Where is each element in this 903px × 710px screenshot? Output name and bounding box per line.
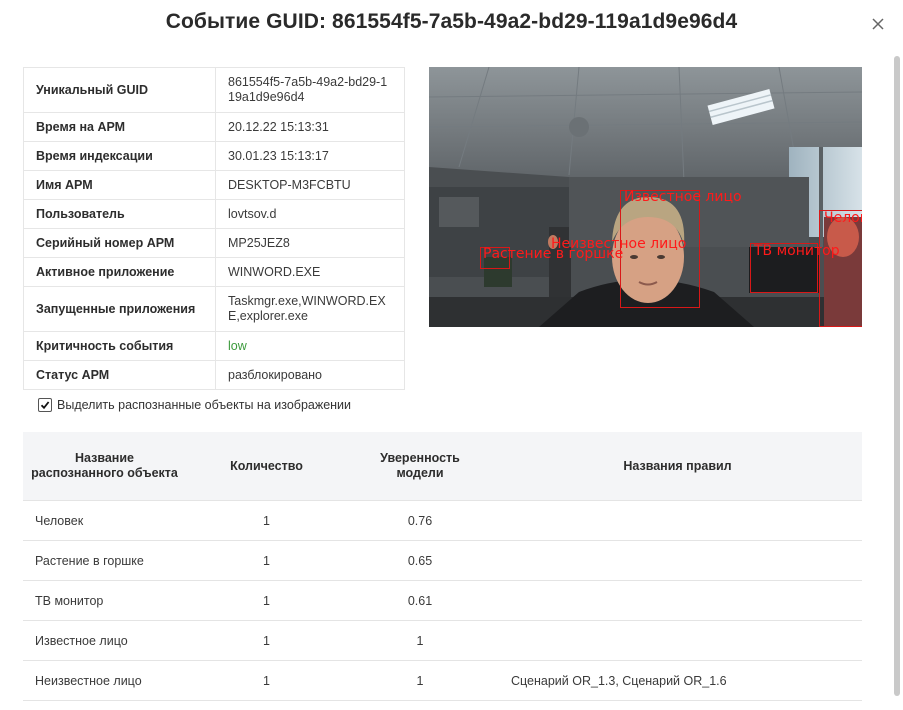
column-header-confidence: Уверенность модели: [347, 432, 493, 501]
info-row: Время индексации 30.01.23 15:13:17: [23, 141, 405, 171]
object-name-cell: Известное лицо: [23, 620, 186, 661]
info-row: Пользователь lovtsov.d: [23, 199, 405, 229]
detection-box-person: [819, 210, 862, 327]
detection-label: Растение в горшке: [483, 246, 624, 262]
rules-cell: [493, 620, 862, 661]
event-info-table: Уникальный GUID 861554f5-7a5b-49a2-bd29-…: [23, 67, 405, 390]
info-value: WINWORD.EXE: [215, 257, 405, 287]
info-value: разблокировано: [215, 360, 405, 390]
severity-value: low: [215, 331, 405, 361]
table-row: Растение в горшке 1 0.65: [23, 540, 862, 581]
highlight-objects-toggle[interactable]: Выделить распознанные объекты на изображ…: [38, 398, 351, 412]
info-value: 30.01.23 15:13:17: [215, 141, 405, 171]
info-label: Критичность события: [23, 331, 216, 361]
close-button[interactable]: [866, 12, 890, 36]
object-name-cell: Человек: [23, 500, 186, 541]
object-name-cell: Неизвестное лицо: [23, 660, 186, 701]
info-label: Имя АРМ: [23, 170, 216, 200]
info-label: Время на АРМ: [23, 112, 216, 142]
confidence-cell: 1: [347, 660, 493, 701]
confidence-cell: 1: [347, 620, 493, 661]
info-value: 861554f5-7a5b-49a2-bd29-119a1d9e96d4: [215, 67, 405, 113]
column-header-count: Количество: [186, 432, 347, 501]
highlight-checkbox[interactable]: [38, 398, 52, 412]
detected-objects-table: Название распознанного объекта Количеств…: [23, 432, 862, 701]
scrollbar[interactable]: [893, 56, 901, 696]
rules-cell: Сценарий OR_1.3, Сценарий OR_1.6: [493, 660, 862, 701]
camera-snapshot: Известное лицо Неизвестное лицо Растение…: [429, 67, 862, 327]
info-value: 20.12.22 15:13:31: [215, 112, 405, 142]
info-value: DESKTOP-M3FCBTU: [215, 170, 405, 200]
info-label: Время индексации: [23, 141, 216, 171]
rules-cell: [493, 540, 862, 581]
count-cell: 1: [186, 620, 347, 661]
table-header-row: Название распознанного объекта Количеств…: [23, 432, 862, 501]
info-row: Время на АРМ 20.12.22 15:13:31: [23, 112, 405, 142]
info-value: Taskmgr.exe,WINWORD.EXE,explorer.exe: [215, 286, 405, 332]
info-row: Критичность события low: [23, 331, 405, 361]
info-row: Уникальный GUID 861554f5-7a5b-49a2-bd29-…: [23, 67, 405, 113]
count-cell: 1: [186, 580, 347, 621]
highlight-label: Выделить распознанные объекты на изображ…: [57, 398, 352, 412]
info-label: Активное приложение: [23, 257, 216, 287]
table-row: Неизвестное лицо 1 1 Сценарий OR_1.3, Сц…: [23, 660, 862, 701]
table-row: Человек 1 0.76: [23, 500, 862, 541]
count-cell: 1: [186, 540, 347, 581]
column-header-rules: Названия правил: [493, 432, 862, 501]
table-row: Известное лицо 1 1: [23, 620, 862, 661]
info-label: Запущенные приложения: [23, 286, 216, 332]
rules-cell: [493, 500, 862, 541]
info-row: Имя АРМ DESKTOP-M3FCBTU: [23, 170, 405, 200]
count-cell: 1: [186, 660, 347, 701]
object-name-cell: Растение в горшке: [23, 540, 186, 581]
rules-cell: [493, 580, 862, 621]
checkmark-icon: [40, 401, 50, 410]
info-label: Статус АРМ: [23, 360, 216, 390]
scrollbar-thumb[interactable]: [894, 56, 900, 696]
confidence-cell: 0.65: [347, 540, 493, 581]
info-row: Запущенные приложения Taskmgr.exe,WINWOR…: [23, 286, 405, 332]
confidence-cell: 0.76: [347, 500, 493, 541]
info-label: Пользователь: [23, 199, 216, 229]
info-label: Уникальный GUID: [23, 67, 216, 113]
detection-label: Известное лицо: [624, 189, 742, 205]
info-value: MP25JEZ8: [215, 228, 405, 258]
info-row: Активное приложение WINWORD.EXE: [23, 257, 405, 287]
close-icon: [872, 18, 884, 30]
table-row: ТВ монитор 1 0.61: [23, 580, 862, 621]
count-cell: 1: [186, 500, 347, 541]
info-value: lovtsov.d: [215, 199, 405, 229]
detection-label: Человек: [824, 210, 862, 226]
modal-title: Событие GUID: 861554f5-7a5b-49a2-bd29-11…: [165, 10, 738, 33]
object-name-cell: ТВ монитор: [23, 580, 186, 621]
confidence-cell: 0.61: [347, 580, 493, 621]
column-header-object-name: Название распознанного объекта: [23, 432, 186, 501]
info-row: Серийный номер АРМ MP25JEZ8: [23, 228, 405, 258]
info-row: Статус АРМ разблокировано: [23, 360, 405, 390]
info-label: Серийный номер АРМ: [23, 228, 216, 258]
